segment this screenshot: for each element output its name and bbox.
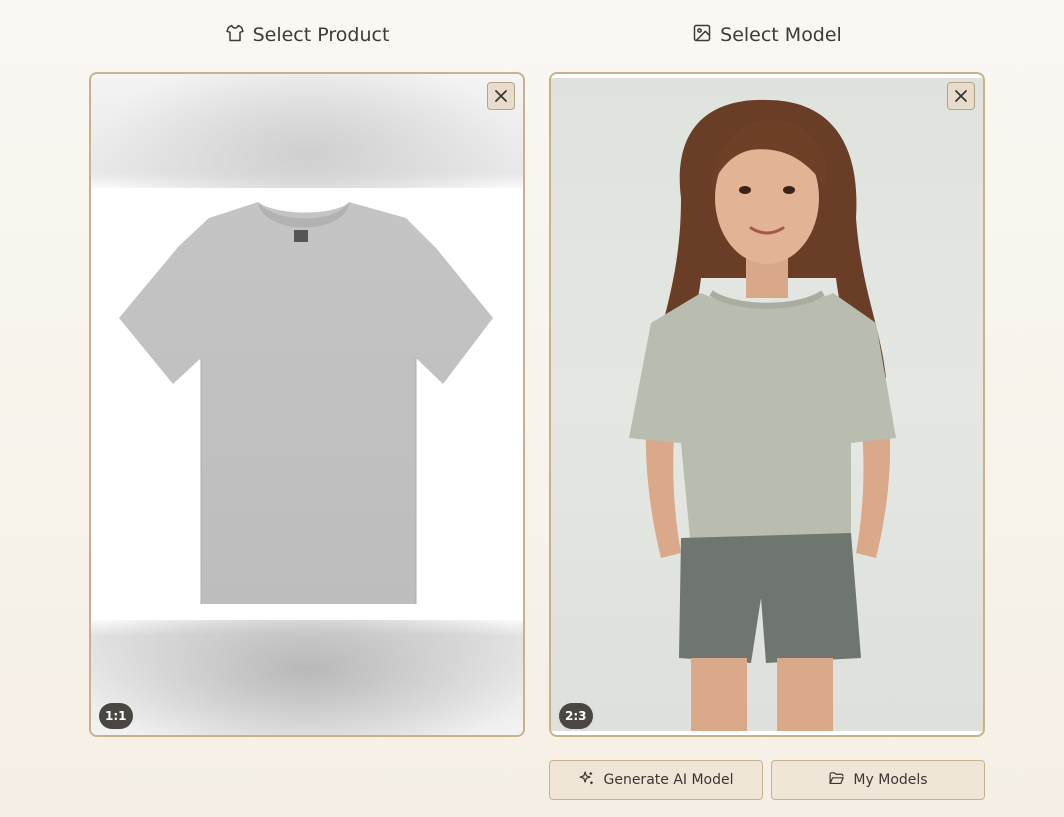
product-title-text: Select Product bbox=[252, 24, 390, 46]
model-card[interactable]: 2:3 bbox=[549, 72, 985, 737]
model-column-title: Select Model bbox=[550, 21, 984, 49]
my-models-label: My Models bbox=[853, 772, 928, 788]
folder-icon bbox=[828, 770, 845, 791]
image-icon bbox=[692, 23, 712, 48]
generate-ai-model-button[interactable]: Generate AI Model bbox=[549, 760, 763, 800]
product-image bbox=[91, 188, 523, 620]
aspect-ratio-badge: 1:1 bbox=[99, 703, 133, 729]
aspect-ratio-badge: 2:3 bbox=[559, 703, 593, 729]
product-card[interactable]: 1:1 bbox=[89, 72, 525, 737]
remove-model-button[interactable] bbox=[947, 82, 975, 110]
generate-ai-model-label: Generate AI Model bbox=[603, 772, 734, 788]
remove-product-button[interactable] bbox=[487, 82, 515, 110]
model-title-text: Select Model bbox=[720, 24, 842, 46]
my-models-button[interactable]: My Models bbox=[771, 760, 985, 800]
model-image bbox=[551, 78, 983, 731]
close-icon bbox=[955, 90, 967, 102]
sparkles-icon bbox=[578, 770, 595, 791]
close-icon bbox=[495, 90, 507, 102]
shirt-icon bbox=[225, 23, 245, 48]
product-column-title: Select Product bbox=[90, 21, 524, 49]
